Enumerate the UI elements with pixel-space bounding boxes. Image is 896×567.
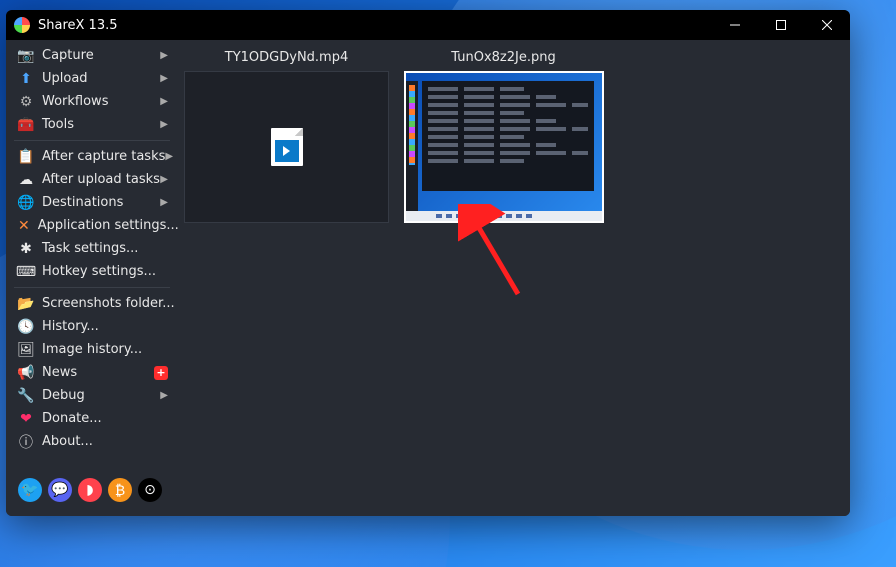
submenu-chevron-icon: ▶ [165, 151, 173, 162]
screenshots-folder-icon: 📂 [18, 296, 34, 312]
upload-item[interactable]: TY1ODGDyNd.mp4 [184, 50, 389, 223]
upload-item-filename: TY1ODGDyNd.mp4 [225, 50, 348, 65]
upload-item-thumbnail[interactable] [401, 71, 606, 223]
maximize-button[interactable] [758, 10, 804, 40]
sidebar-item-label: Application settings... [38, 218, 179, 233]
twitter-icon[interactable]: 🐦 [18, 478, 42, 502]
separator [14, 140, 170, 141]
discord-icon[interactable]: 💬 [48, 478, 72, 502]
sharex-window: ShareX 13.5 📷Capture▶⬆Upload▶⚙Workflows▶… [6, 10, 850, 516]
sidebar-item-tools[interactable]: 🧰 Tools▶ [6, 113, 178, 136]
submenu-chevron-icon: ▶ [160, 73, 168, 84]
submenu-chevron-icon: ▶ [160, 197, 168, 208]
sidebar-item-task-settings[interactable]: ✱ Task settings... [6, 237, 178, 260]
sharex-logo-icon [14, 17, 30, 33]
upload-item-filename: TunOx8z2Je.png [451, 50, 555, 65]
sidebar-item-label: After capture tasks [42, 149, 165, 164]
sidebar-item-history[interactable]: 🕓 History... [6, 315, 178, 338]
sidebar-item-about[interactable]: ⓘ About... [6, 430, 178, 453]
sidebar-item-label: About... [42, 434, 168, 449]
upload-icon: ⬆ [18, 71, 34, 87]
window-title: ShareX 13.5 [38, 18, 712, 33]
sidebar-item-label: Hotkey settings... [42, 264, 168, 279]
workflows-icon: ⚙ [18, 94, 34, 110]
about-icon: ⓘ [18, 434, 34, 450]
patreon-icon[interactable]: ◗ [78, 478, 102, 502]
sidebar: 📷Capture▶⬆Upload▶⚙Workflows▶🧰Tools▶📋Afte… [6, 40, 178, 516]
sidebar-item-label: Workflows [42, 94, 160, 109]
sidebar-item-after-capture-tasks[interactable]: 📋 After capture tasks▶ [6, 145, 178, 168]
sidebar-item-label: After upload tasks [42, 172, 160, 187]
bitcoin-icon[interactable]: ₿ [108, 478, 132, 502]
github-icon[interactable]: ⊙ [138, 478, 162, 502]
donate-icon: ❤ [18, 411, 34, 427]
after-upload-tasks-icon: ☁ [18, 172, 34, 188]
submenu-chevron-icon: ▶ [160, 174, 168, 185]
window-controls [712, 10, 850, 40]
submenu-chevron-icon: ▶ [160, 96, 168, 107]
sidebar-item-label: Image history... [42, 342, 168, 357]
task-settings-icon: ✱ [18, 241, 34, 257]
upload-item-thumbnail[interactable] [184, 71, 389, 223]
news-icon: 📢 [18, 365, 34, 381]
upload-item[interactable]: TunOx8z2Je.png [401, 50, 606, 223]
sidebar-item-screenshots-folder[interactable]: 📂 Screenshots folder... [6, 292, 178, 315]
close-button[interactable] [804, 10, 850, 40]
submenu-chevron-icon: ▶ [160, 50, 168, 61]
sidebar-item-label: Debug [42, 388, 160, 403]
hotkey-settings-icon: ⌨ [18, 264, 34, 280]
news-badge: + [154, 366, 168, 380]
sidebar-item-label: Upload [42, 71, 160, 86]
history-icon: 🕓 [18, 319, 34, 335]
sidebar-item-debug[interactable]: 🔧 Debug▶ [6, 384, 178, 407]
titlebar[interactable]: ShareX 13.5 [6, 10, 850, 40]
sidebar-item-label: Donate... [42, 411, 168, 426]
separator [14, 287, 170, 288]
sidebar-item-label: Destinations [42, 195, 160, 210]
sidebar-item-hotkey-settings[interactable]: ⌨ Hotkey settings... [6, 260, 178, 283]
sidebar-item-news[interactable]: 📢 News + [6, 361, 178, 384]
application-settings-icon: ✕ [18, 218, 30, 234]
capture-icon: 📷 [18, 48, 34, 64]
sidebar-item-label: Task settings... [42, 241, 168, 256]
sidebar-item-application-settings[interactable]: ✕ Application settings... [6, 214, 178, 237]
screenshot-preview [404, 71, 604, 223]
sidebar-item-label: News [42, 365, 150, 380]
content-area: TY1ODGDyNd.mp4 TunOx8z2Je.png [178, 40, 850, 516]
debug-icon: 🔧 [18, 388, 34, 404]
sidebar-item-destinations[interactable]: 🌐 Destinations▶ [6, 191, 178, 214]
sidebar-item-capture[interactable]: 📷 Capture▶ [6, 44, 178, 67]
social-links: 🐦💬◗₿⊙ [6, 470, 178, 512]
after-capture-tasks-icon: 📋 [18, 149, 34, 165]
window-body: 📷Capture▶⬆Upload▶⚙Workflows▶🧰Tools▶📋Afte… [6, 40, 850, 516]
submenu-chevron-icon: ▶ [160, 119, 168, 130]
sidebar-item-workflows[interactable]: ⚙ Workflows▶ [6, 90, 178, 113]
sidebar-item-upload[interactable]: ⬆ Upload▶ [6, 67, 178, 90]
minimize-button[interactable] [712, 10, 758, 40]
sidebar-item-label: Screenshots folder... [42, 296, 175, 311]
sidebar-item-label: Tools [42, 117, 160, 132]
sidebar-item-label: Capture [42, 48, 160, 63]
destinations-icon: 🌐 [18, 195, 34, 211]
sidebar-item-label: History... [42, 319, 168, 334]
video-file-icon [271, 128, 303, 166]
image-history-icon: 🖼 [18, 342, 34, 358]
tools-icon: 🧰 [18, 117, 34, 133]
sidebar-item-donate[interactable]: ❤ Donate... [6, 407, 178, 430]
sidebar-item-after-upload-tasks[interactable]: ☁ After upload tasks▶ [6, 168, 178, 191]
submenu-chevron-icon: ▶ [160, 390, 168, 401]
sidebar-item-image-history[interactable]: 🖼 Image history... [6, 338, 178, 361]
